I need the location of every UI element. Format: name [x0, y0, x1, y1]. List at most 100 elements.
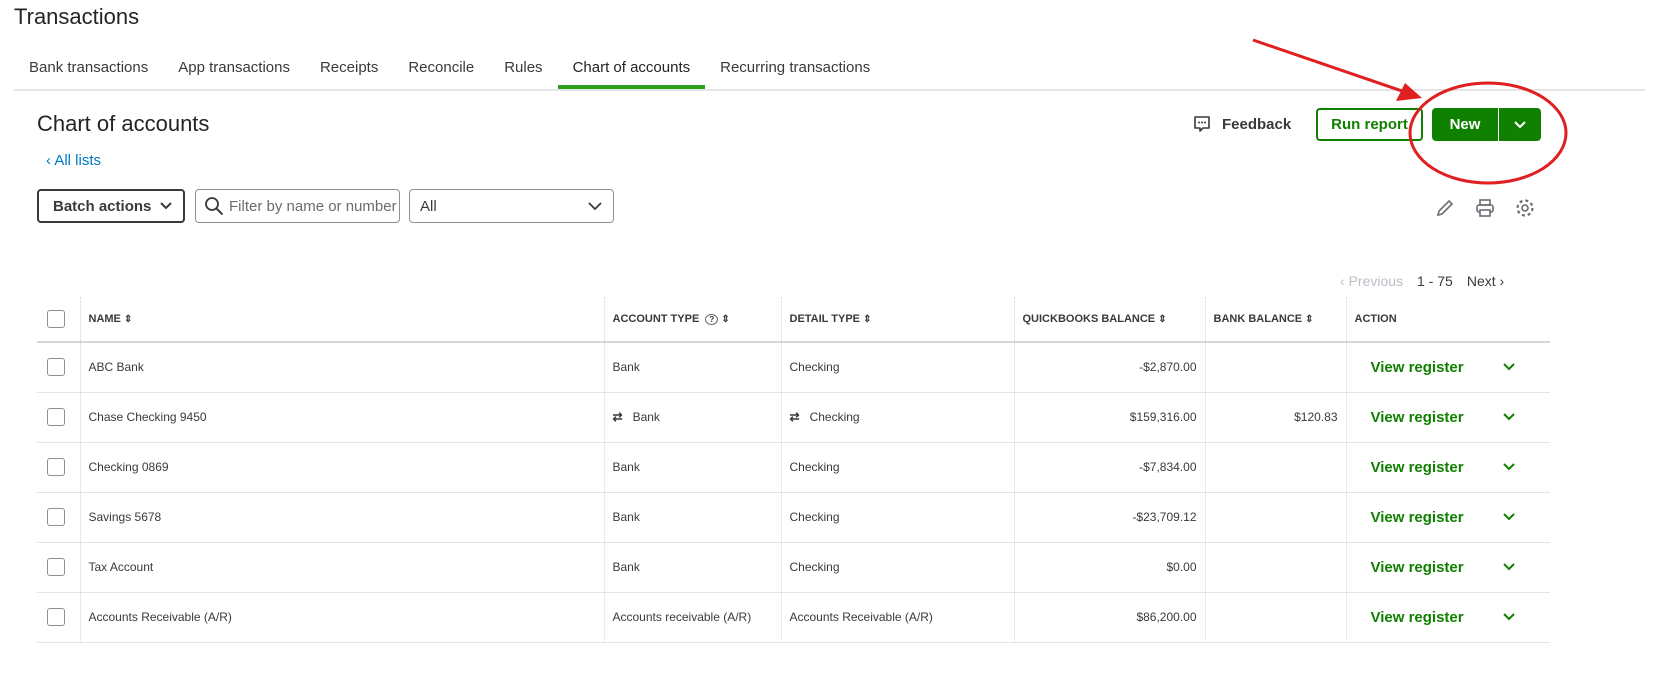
search-input[interactable]: [229, 197, 399, 215]
action-cell: View register: [1345, 592, 1550, 643]
tab-reconcile[interactable]: Reconcile: [393, 50, 489, 89]
gear-icon[interactable]: [1514, 197, 1536, 219]
action-cell: View register: [1345, 442, 1550, 493]
chevron-down-icon: [1502, 612, 1515, 620]
account-filter-select[interactable]: All: [409, 189, 614, 223]
detail-type: Checking: [789, 560, 840, 574]
account-name: ABC Bank: [79, 342, 604, 393]
select-all-checkbox[interactable]: [47, 310, 65, 328]
chevron-down-icon: [160, 202, 172, 210]
account-name: Chase Checking 9450: [79, 392, 604, 443]
feedback-label: Feedback: [1222, 115, 1292, 133]
new-button-group: New: [1432, 108, 1541, 141]
account-type-column-header[interactable]: ACCOUNT TYPE ? ⇕: [603, 297, 781, 343]
tab-receipts[interactable]: Receipts: [305, 50, 393, 89]
search-field: [195, 189, 400, 223]
detail-type: Checking: [789, 510, 840, 524]
row-checkbox[interactable]: [47, 358, 65, 377]
bank-balance: [1204, 492, 1346, 543]
previous-page-button[interactable]: ‹ Previous: [1340, 273, 1403, 289]
view-register-link[interactable]: View register: [1371, 359, 1464, 376]
table-row: Accounts Receivable (A/R) Accounts recei…: [37, 592, 1550, 643]
account-type: Bank: [612, 360, 640, 375]
batch-actions-dropdown[interactable]: Batch actions: [37, 189, 185, 223]
tab-bank-transactions[interactable]: Bank transactions: [14, 50, 163, 89]
row-checkbox[interactable]: [47, 458, 65, 476]
view-register-link[interactable]: View register: [1371, 459, 1464, 476]
row-checkbox[interactable]: [47, 408, 65, 426]
printer-icon[interactable]: [1474, 197, 1496, 219]
tab-rules[interactable]: Rules: [489, 50, 557, 89]
run-report-button[interactable]: Run report: [1316, 108, 1423, 141]
row-checkbox[interactable]: [47, 508, 65, 526]
account-type-cell: Bank: [603, 542, 781, 593]
pencil-icon[interactable]: [1434, 197, 1456, 219]
detail-type-column-header[interactable]: DETAIL TYPE ⇕: [780, 297, 1014, 343]
row-select-cell: [37, 492, 80, 543]
chevron-down-icon: [1502, 512, 1515, 520]
chevron-down-icon: [1502, 562, 1515, 570]
feedback-button[interactable]: Feedback: [1192, 114, 1291, 134]
sort-icon: ⇕: [863, 314, 872, 325]
page-range: 1 - 75: [1417, 273, 1453, 289]
row-actions-dropdown[interactable]: [1502, 409, 1516, 426]
view-register-link[interactable]: View register: [1371, 609, 1464, 626]
bank-balance: [1204, 442, 1346, 493]
account-type-header-label: ACCOUNT TYPE: [612, 313, 700, 325]
action-header-label: ACTION: [1354, 313, 1397, 325]
qb-balance: -$7,834.00: [1013, 442, 1205, 493]
detail-type: Checking: [809, 410, 860, 424]
table-row: ABC Bank Bank Checking -$2,870.00 View r…: [37, 342, 1550, 393]
bank-balance-header-label: BANK BALANCE: [1213, 313, 1303, 325]
view-register-link[interactable]: View register: [1371, 509, 1464, 526]
help-icon[interactable]: ?: [705, 314, 719, 325]
detail-type: Accounts Receivable (A/R): [789, 610, 933, 624]
tab-bar: Bank transactions App transactions Receipt…: [14, 50, 1645, 91]
account-name: Savings 5678: [79, 492, 604, 543]
view-register-link[interactable]: View register: [1371, 559, 1464, 576]
row-actions-dropdown[interactable]: [1502, 609, 1516, 626]
table-row: Savings 5678 Bank Checking -$23,709.12 V…: [37, 492, 1550, 543]
chevron-down-icon: [1502, 363, 1515, 371]
page-title: Transactions: [14, 4, 140, 29]
account-type-cell: Bank: [603, 342, 781, 393]
account-type: Accounts receivable (A/R): [612, 610, 752, 624]
qb-balance-header-label: QUICKBOOKS BALANCE: [1022, 313, 1156, 325]
tab-recurring-transactions[interactable]: Recurring transactions: [705, 50, 885, 89]
qb-balance: $159,316.00: [1013, 392, 1205, 443]
row-actions-dropdown[interactable]: [1502, 559, 1516, 576]
section-title: Chart of accounts: [37, 111, 210, 136]
row-actions-dropdown[interactable]: [1502, 459, 1516, 476]
table-row: Checking 0869 Bank Checking -$7,834.00 V…: [37, 442, 1550, 493]
next-label: Next: [1466, 273, 1496, 289]
account-type-cell: Bank: [603, 442, 781, 493]
detail-type: Checking: [789, 460, 840, 474]
detail-type-cell: Accounts Receivable (A/R): [780, 592, 1014, 643]
name-column-header[interactable]: NAME ⇕: [79, 297, 604, 343]
next-page-button[interactable]: Next ›: [1467, 273, 1504, 289]
row-actions-dropdown[interactable]: [1502, 509, 1516, 526]
table-tools: [1434, 197, 1536, 219]
tab-app-transactions[interactable]: App transactions: [163, 50, 305, 89]
tab-chart-of-accounts[interactable]: Chart of accounts: [557, 50, 706, 89]
row-actions-dropdown[interactable]: [1502, 359, 1516, 376]
linked-account-icon: ⇄: [789, 410, 800, 424]
chevron-down-icon: [1502, 412, 1515, 420]
row-select-cell: [37, 592, 80, 643]
row-checkbox[interactable]: [47, 608, 65, 626]
view-register-link[interactable]: View register: [1371, 409, 1464, 426]
table-header: NAME ⇕ ACCOUNT TYPE ? ⇕ DETAIL TYPE ⇕ QU…: [37, 297, 1550, 343]
sort-icon: ⇕: [123, 314, 133, 325]
new-button[interactable]: New: [1432, 108, 1499, 141]
bank-balance-column-header[interactable]: BANK BALANCE ⇕: [1204, 297, 1346, 343]
account-type: Bank: [612, 560, 640, 574]
name-header-label: NAME: [88, 313, 121, 325]
all-lists-label: All lists: [54, 152, 102, 169]
detail-type-cell: Checking: [780, 492, 1014, 543]
all-lists-link[interactable]: ‹ All lists: [46, 152, 101, 169]
qb-balance: $86,200.00: [1013, 592, 1205, 643]
table-row: Tax Account Bank Checking $0.00 View reg…: [37, 542, 1550, 593]
row-checkbox[interactable]: [47, 558, 65, 576]
new-dropdown-button[interactable]: [1499, 108, 1541, 141]
qb-balance-column-header[interactable]: QUICKBOOKS BALANCE ⇕: [1013, 297, 1205, 343]
